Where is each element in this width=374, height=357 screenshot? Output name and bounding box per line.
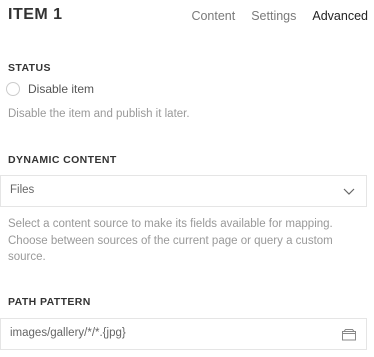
path-pattern-value: images/gallery/*/*.{jpg} xyxy=(10,327,126,339)
dynamic-content-select[interactable]: Files xyxy=(0,175,367,207)
path-pattern-input[interactable]: images/gallery/*/*.{jpg} xyxy=(0,318,367,350)
tab-advanced[interactable]: Advanced xyxy=(312,9,368,23)
disable-item-label: Disable item xyxy=(28,82,95,96)
tab-bar: Content Settings Advanced xyxy=(191,9,368,23)
tab-settings[interactable]: Settings xyxy=(251,9,296,23)
status-section-label: STATUS xyxy=(8,62,51,74)
dynamic-content-help-text: Select a content source to make its fiel… xyxy=(8,218,333,263)
disable-item-option[interactable]: Disable item xyxy=(6,82,94,96)
page-title: ITEM 1 xyxy=(8,6,63,23)
disable-item-radio[interactable] xyxy=(6,82,20,96)
dynamic-content-selected-value: Files xyxy=(10,184,35,196)
dynamic-content-section-label: DYNAMIC CONTENT xyxy=(8,154,117,166)
chevron-down-icon xyxy=(343,188,355,195)
header: ITEM 1 Content Settings Advanced xyxy=(0,0,374,34)
path-pattern-section-label: PATH PATTERN xyxy=(8,296,91,308)
tab-content[interactable]: Content xyxy=(191,9,235,23)
status-help-text: Disable the item and publish it later. xyxy=(8,108,190,120)
folder-icon[interactable] xyxy=(341,328,357,341)
